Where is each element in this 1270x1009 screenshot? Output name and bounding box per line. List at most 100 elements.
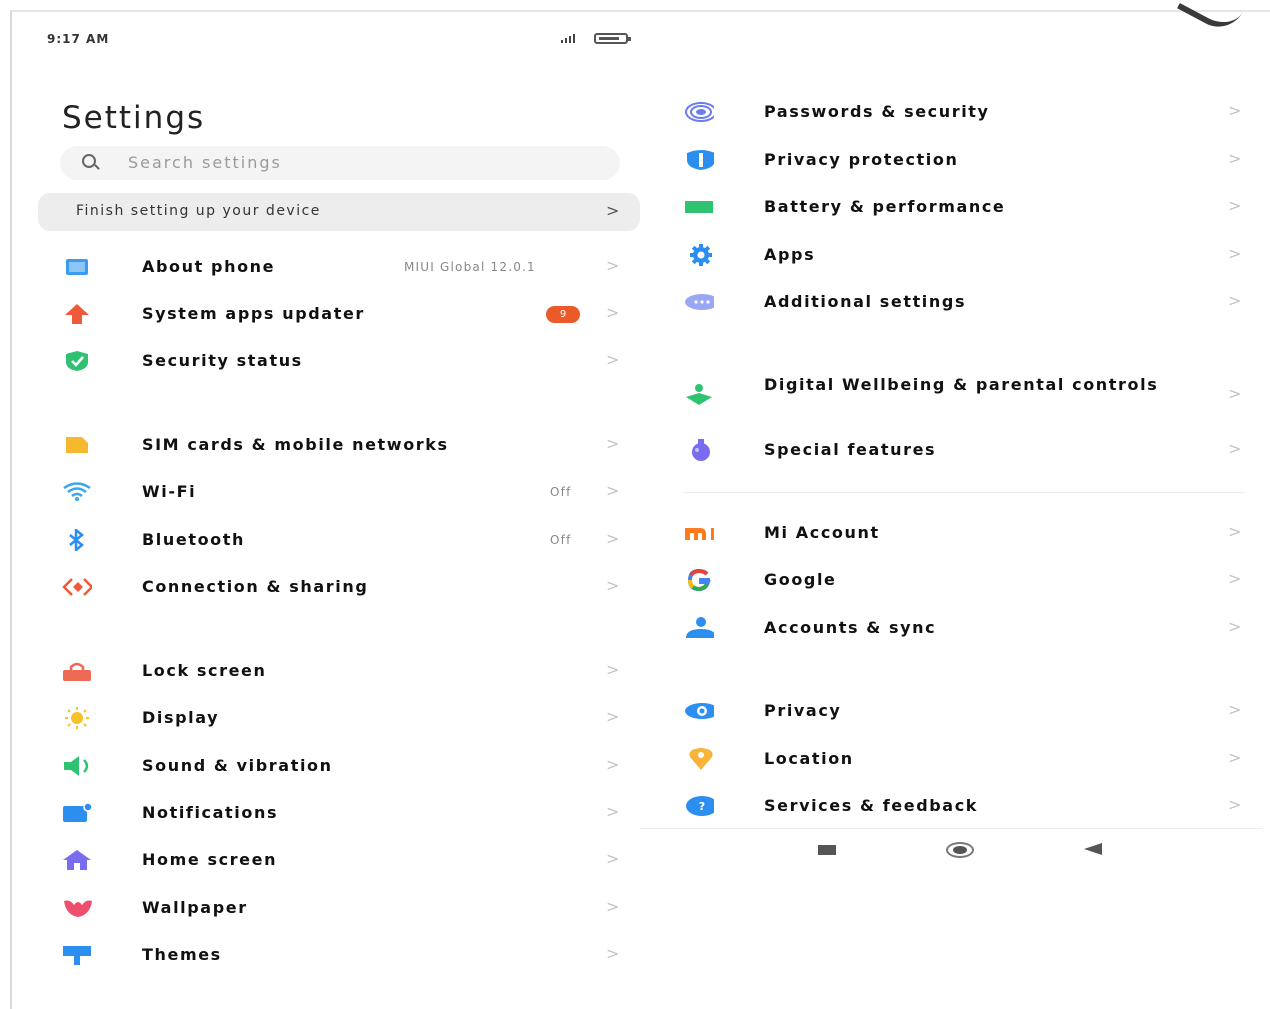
notification-icon: [62, 800, 92, 826]
section-divider: [684, 492, 1244, 493]
sun-icon: [62, 705, 92, 731]
chevron-right-icon: >: [606, 944, 620, 963]
back-button[interactable]: [1084, 843, 1102, 855]
chevron-right-icon: >: [1228, 244, 1242, 263]
chevron-right-icon: >: [606, 660, 620, 679]
setting-value: MIUI Global 12.0.1: [404, 260, 536, 274]
setting-mi-account[interactable]: Mi Account >: [684, 518, 1244, 548]
setting-label: Connection & sharing: [142, 577, 369, 596]
connection-sharing-icon: [62, 574, 92, 600]
setting-label: Notifications: [142, 803, 279, 822]
setting-themes[interactable]: Themes >: [62, 940, 622, 970]
setting-label: Privacy: [764, 701, 842, 720]
setting-label: Digital Wellbeing & parental controls: [764, 375, 1159, 394]
svg-text:?: ?: [699, 800, 705, 813]
setting-services-feedback[interactable]: ? Services & feedback >: [684, 791, 1244, 821]
recents-button[interactable]: [818, 845, 836, 855]
setting-label: Special features: [764, 440, 937, 459]
setting-location[interactable]: Location >: [684, 744, 1244, 774]
search-input[interactable]: Search settings: [60, 146, 620, 180]
chevron-right-icon: >: [606, 755, 620, 774]
themes-brush-icon: [62, 942, 92, 968]
status-time: 9:17 AM: [47, 32, 110, 46]
privacy-shield-icon: [684, 147, 714, 173]
eye-icon: [684, 698, 714, 724]
gear-icon: [684, 242, 714, 268]
setting-wallpaper[interactable]: Wallpaper >: [62, 893, 622, 923]
person-icon: [684, 615, 714, 641]
bluetooth-icon: [62, 527, 92, 553]
setting-label: Home screen: [142, 850, 278, 869]
setting-label: Themes: [142, 945, 222, 964]
chevron-right-icon: >: [606, 529, 620, 548]
battery-icon: [684, 194, 714, 220]
setting-wifi[interactable]: Wi-Fi Off >: [62, 477, 622, 507]
setting-lock-screen[interactable]: Lock screen >: [62, 656, 622, 686]
setting-sim-cards[interactable]: SIM cards & mobile networks >: [62, 430, 622, 460]
setting-additional-settings[interactable]: Additional settings >: [684, 287, 1244, 317]
setting-label: Bluetooth: [142, 530, 245, 549]
chevron-right-icon: >: [1228, 196, 1242, 215]
setting-label: Accounts & sync: [764, 618, 937, 637]
chevron-right-icon: >: [1228, 569, 1242, 588]
setting-value: Off: [550, 485, 572, 499]
finish-setup-banner[interactable]: Finish setting up your device >: [38, 193, 640, 231]
setting-sound-vibration[interactable]: Sound & vibration >: [62, 751, 622, 781]
setting-accounts-sync[interactable]: Accounts & sync >: [684, 613, 1244, 643]
google-g-icon: [684, 567, 714, 593]
chevron-right-icon: >: [606, 897, 620, 916]
setting-label: Google: [764, 570, 837, 589]
setting-label: Battery & performance: [764, 197, 1006, 216]
setting-privacy-protection[interactable]: Privacy protection >: [684, 145, 1244, 175]
setting-label: Display: [142, 708, 220, 727]
chevron-right-icon: >: [606, 576, 620, 595]
chevron-right-icon: >: [606, 256, 620, 275]
home-icon: [62, 847, 92, 873]
home-button[interactable]: [946, 842, 974, 858]
navigation-bar-divider: [640, 828, 1262, 829]
setting-about-phone[interactable]: About phone MIUI Global 12.0.1 >: [62, 252, 622, 282]
sim-card-icon: [62, 432, 92, 458]
chevron-right-icon: >: [606, 303, 620, 322]
setting-passwords-security[interactable]: Passwords & security >: [684, 97, 1244, 127]
phone-info-icon: [62, 254, 92, 280]
setting-google[interactable]: Google >: [684, 565, 1244, 595]
setting-label: Location: [764, 749, 854, 768]
chevron-right-icon: >: [606, 849, 620, 868]
chevron-right-icon: >: [1228, 384, 1242, 403]
setting-digital-wellbeing[interactable]: Digital Wellbeing & parental controls >: [684, 376, 1244, 416]
setting-notifications[interactable]: Notifications >: [62, 798, 622, 828]
setting-label: Wallpaper: [142, 898, 248, 917]
setting-label: Mi Account: [764, 523, 880, 542]
finish-setup-label: Finish setting up your device: [76, 203, 321, 219]
wifi-icon: [62, 479, 92, 505]
setting-bluetooth[interactable]: Bluetooth Off >: [62, 525, 622, 555]
setting-label: Security status: [142, 351, 303, 370]
more-dots-icon: [684, 289, 714, 315]
setting-apps[interactable]: Apps >: [684, 240, 1244, 270]
setting-home-screen[interactable]: Home screen >: [62, 845, 622, 875]
mi-logo-icon: [684, 520, 714, 546]
setting-connection-sharing[interactable]: Connection & sharing >: [62, 572, 622, 602]
setting-privacy[interactable]: Privacy >: [684, 696, 1244, 726]
speaker-icon: [62, 753, 92, 779]
wallpaper-flower-icon: [62, 895, 92, 921]
lock-icon: [62, 658, 92, 684]
chevron-right-icon: >: [606, 434, 620, 453]
setting-display[interactable]: Display >: [62, 703, 622, 733]
wellbeing-icon: [684, 382, 714, 408]
setting-special-features[interactable]: Special features >: [684, 435, 1244, 465]
setting-system-apps-updater[interactable]: System apps updater 9 >: [62, 299, 622, 329]
help-question-icon: ?: [684, 793, 714, 819]
chevron-right-icon: >: [606, 481, 620, 500]
setting-label: Lock screen: [142, 661, 267, 680]
setting-battery-performance[interactable]: Battery & performance >: [684, 192, 1244, 222]
chevron-right-icon: >: [606, 802, 620, 821]
special-features-icon: [684, 437, 714, 463]
page-title: Settings: [62, 100, 206, 136]
setting-label: Privacy protection: [764, 150, 959, 169]
search-icon: [82, 154, 96, 168]
chevron-right-icon: >: [1228, 101, 1242, 120]
fingerprint-icon: [684, 99, 714, 125]
setting-security-status[interactable]: Security status >: [62, 346, 622, 376]
